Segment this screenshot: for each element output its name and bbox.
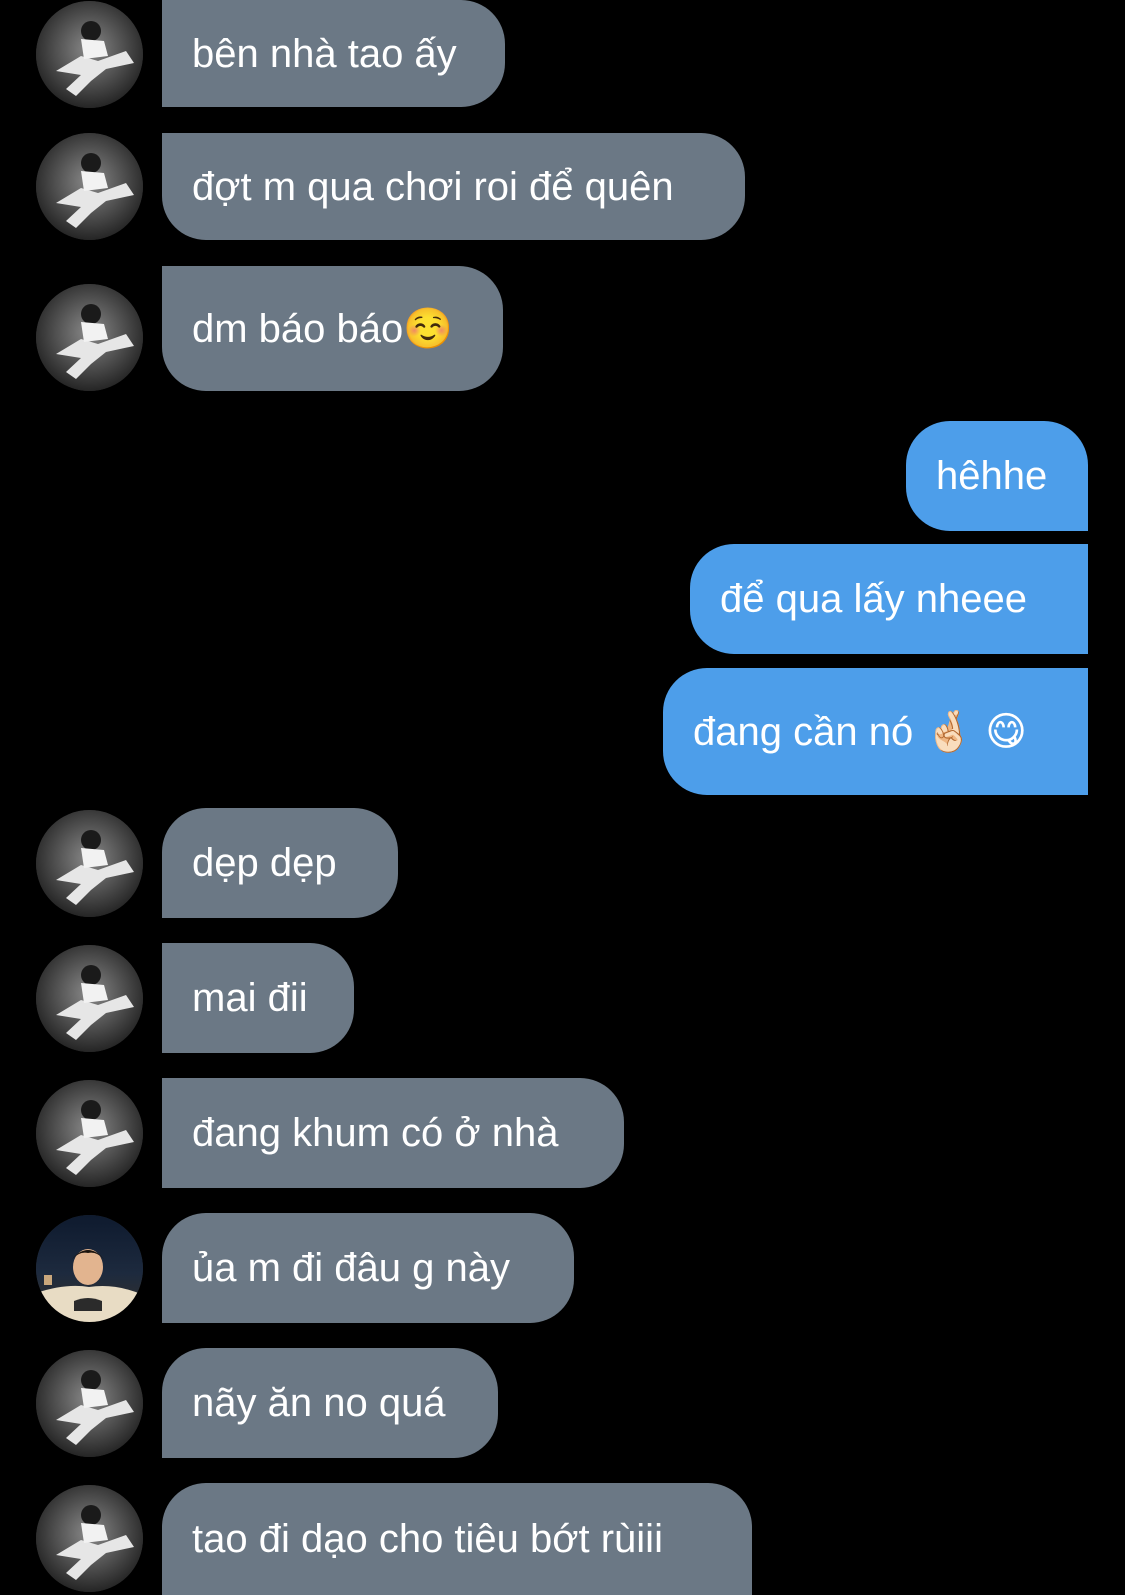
message-text: hêhhe [936, 454, 1048, 498]
incoming-message[interactable]: đợt m qua chơi roi để quên [162, 133, 745, 240]
message-text: đang cần nó 🤞🏻 😋 [693, 709, 1027, 754]
avatar-bw-icon[interactable] [36, 133, 143, 240]
incoming-message[interactable]: mai đii [162, 943, 354, 1053]
message-text: mai đii [192, 976, 308, 1020]
outgoing-message[interactable]: hêhhe [906, 421, 1088, 531]
incoming-message[interactable]: ủa m đi đâu g này [162, 1213, 574, 1323]
avatar-bw-icon[interactable] [36, 1080, 143, 1187]
message-text: nãy ăn no quá [192, 1381, 446, 1425]
incoming-message[interactable]: đang khum có ở nhà [162, 1078, 624, 1188]
outgoing-message[interactable]: để qua lấy nheee [690, 544, 1088, 654]
incoming-message[interactable]: dẹp dẹp [162, 808, 398, 918]
avatar-bw-icon[interactable] [36, 1, 143, 108]
avatar-bw-icon[interactable] [36, 284, 143, 391]
message-text: để qua lấy nheee [720, 577, 1027, 621]
avatar-bw-icon[interactable] [36, 945, 143, 1052]
avatar-bw-icon[interactable] [36, 810, 143, 917]
avatar-color-icon[interactable] [36, 1215, 143, 1322]
message-text: dẹp dẹp [192, 841, 337, 885]
message-text: tao đi dạo cho tiêu bớt rùiii [192, 1517, 663, 1561]
avatar-bw-icon[interactable] [36, 1350, 143, 1457]
incoming-message[interactable]: bên nhà tao ấy [162, 0, 505, 107]
incoming-message[interactable]: tao đi dạo cho tiêu bớt rùiii [162, 1483, 752, 1595]
outgoing-message[interactable]: đang cần nó 🤞🏻 😋 [663, 668, 1088, 795]
chat-thread: bên nhà tao ấy đợt m qua chơi roi để quê… [0, 0, 1125, 1595]
incoming-message[interactable]: dm báo báo☺️ [162, 266, 503, 391]
message-text: dm báo báo☺️ [192, 306, 454, 351]
avatar-bw-icon[interactable] [36, 1485, 143, 1592]
incoming-message[interactable]: nãy ăn no quá [162, 1348, 498, 1458]
message-text: đang khum có ở nhà [192, 1111, 559, 1155]
message-text: đợt m qua chơi roi để quên [192, 164, 674, 209]
message-text: ủa m đi đâu g này [192, 1246, 510, 1290]
message-text: bên nhà tao ấy [192, 31, 457, 76]
